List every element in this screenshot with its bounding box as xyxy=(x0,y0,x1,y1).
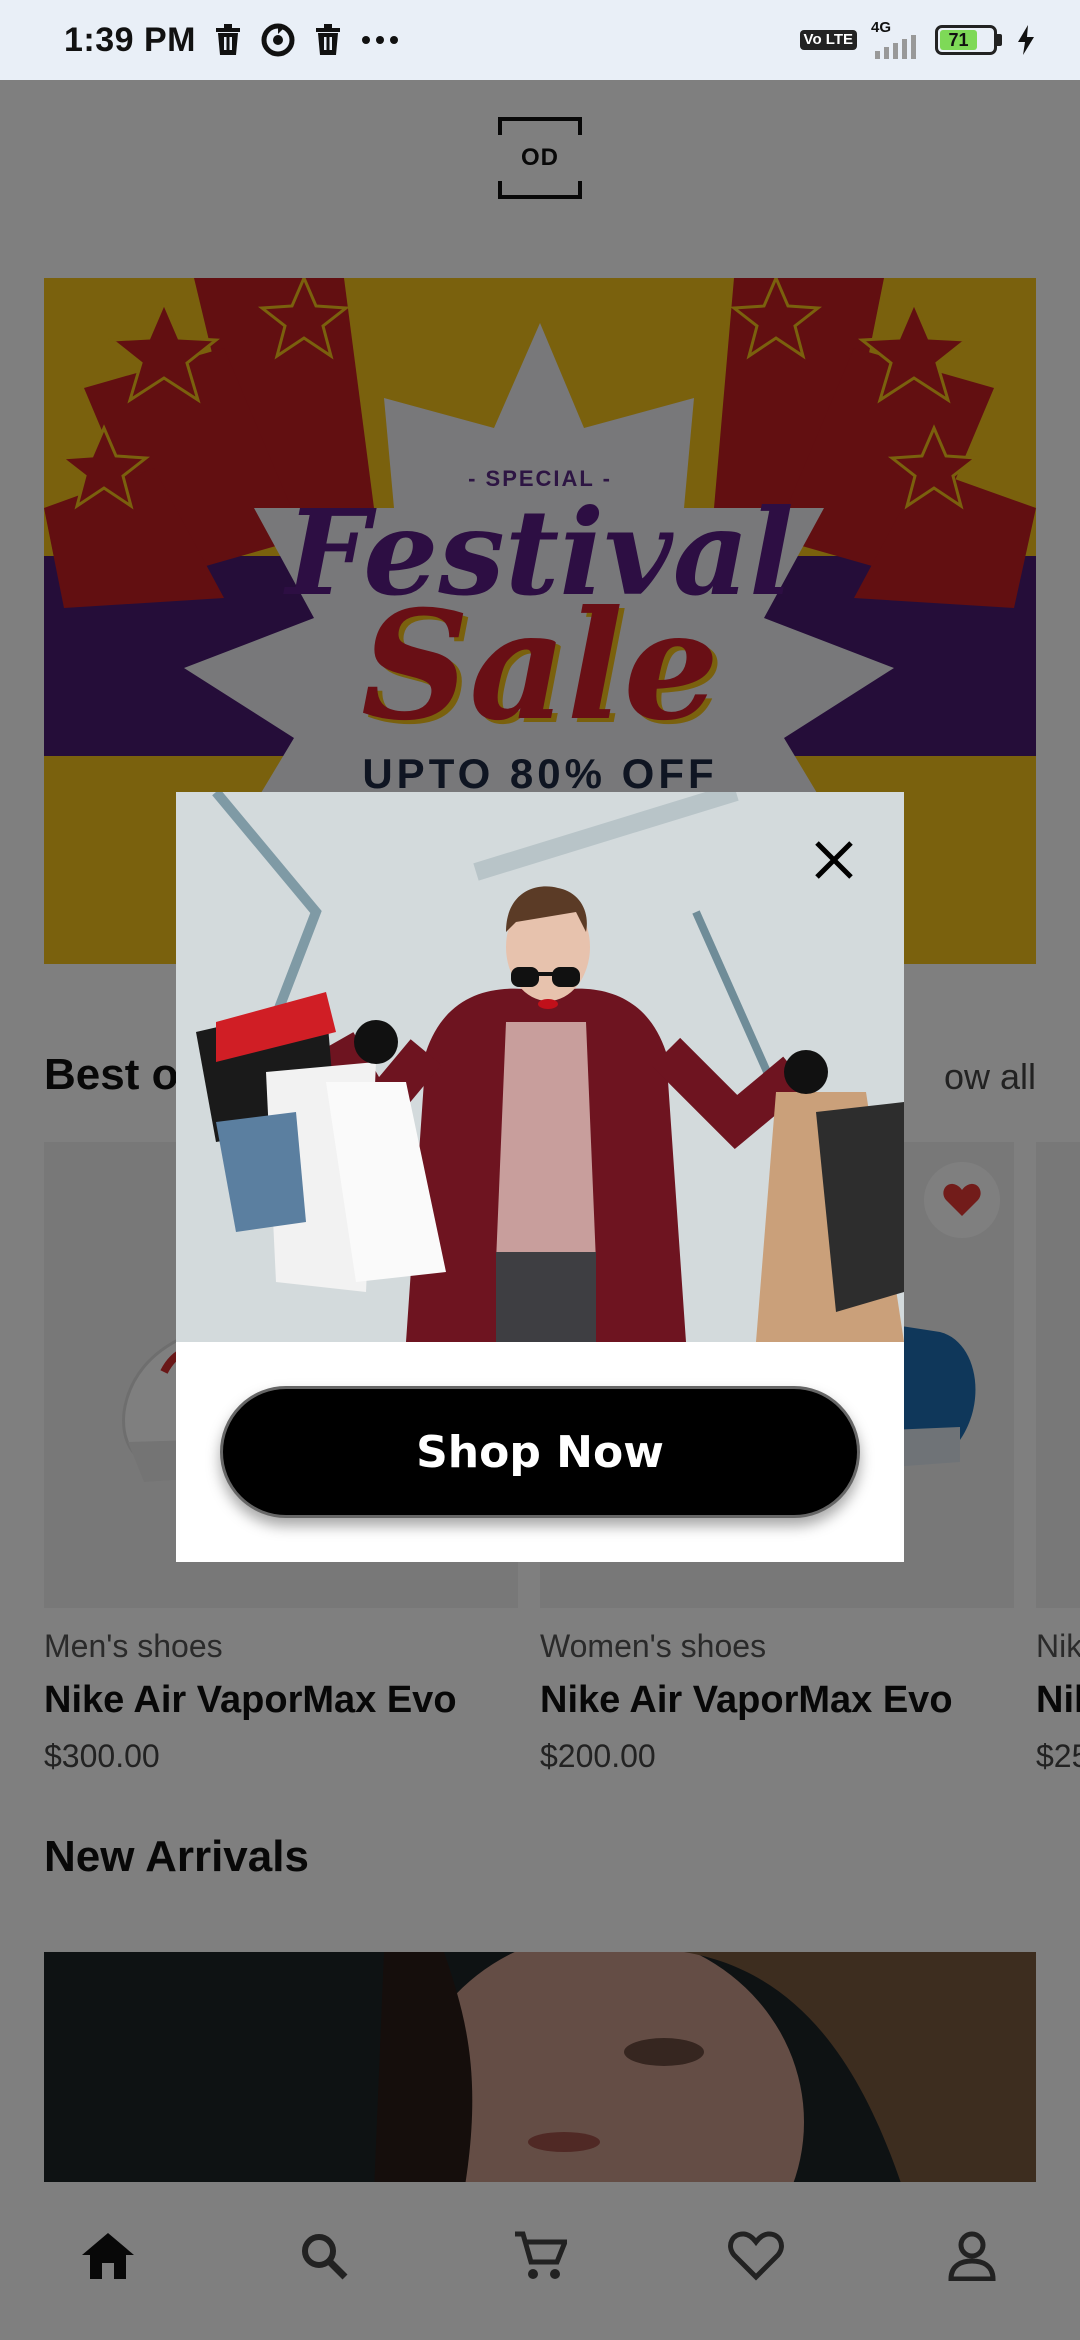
trash-icon xyxy=(216,24,240,55)
network-type: 4G xyxy=(871,19,892,36)
system-icons: Vo LTE 4G 71 xyxy=(799,19,1036,59)
close-icon xyxy=(815,841,853,879)
promo-image xyxy=(176,792,904,1342)
app-screen: 1:39 PM Vo LTE 4G 71 OD xyxy=(0,0,1080,2340)
close-button[interactable] xyxy=(806,832,862,888)
refresh-icon xyxy=(261,23,295,57)
promo-modal: Shop Now xyxy=(176,792,904,1562)
more-icon xyxy=(362,36,398,44)
battery-icon: 71 xyxy=(935,25,1002,55)
notification-icons xyxy=(214,22,400,58)
trash-icon xyxy=(316,24,340,55)
charging-icon xyxy=(1018,25,1034,55)
shop-now-button[interactable]: Shop Now xyxy=(220,1386,860,1518)
status-time: 1:39 PM xyxy=(64,20,196,59)
signal-icon: 4G xyxy=(871,19,921,59)
battery-level: 71 xyxy=(948,29,969,50)
volte-icon: Vo LTE xyxy=(799,30,857,50)
status-bar: 1:39 PM Vo LTE 4G 71 xyxy=(0,0,1080,80)
